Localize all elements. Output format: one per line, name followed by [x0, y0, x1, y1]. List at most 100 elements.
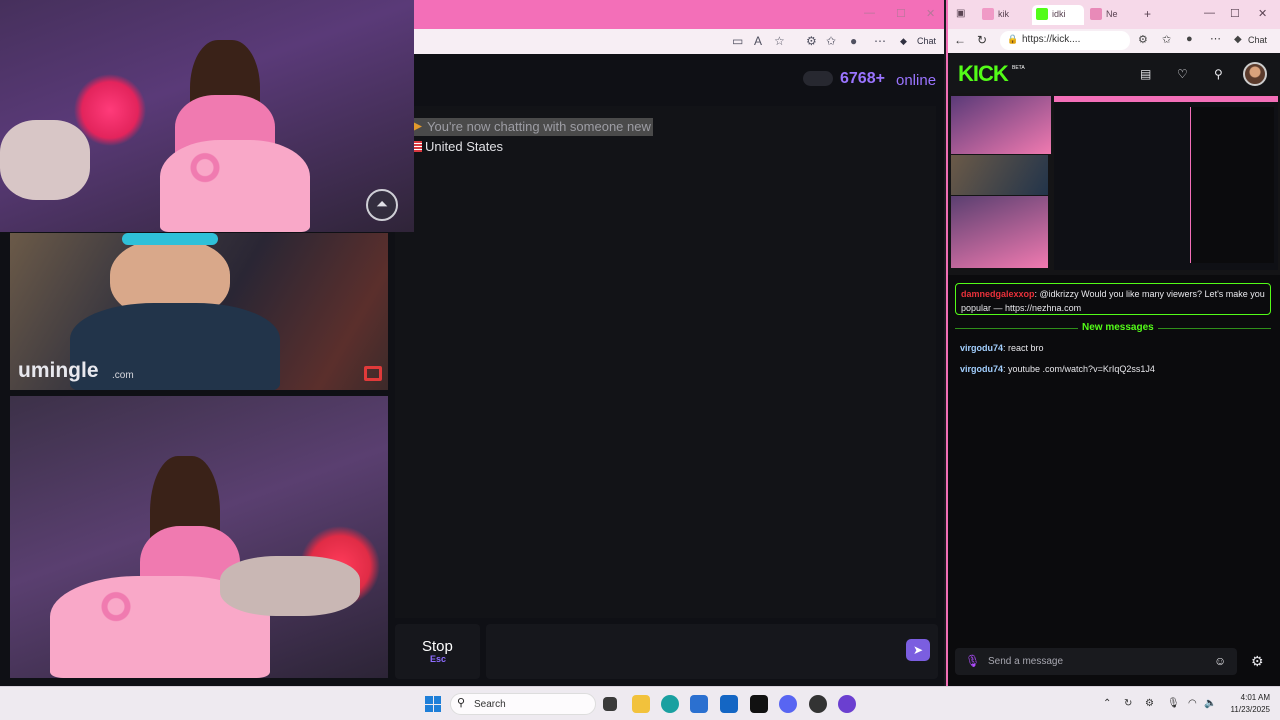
microphone-icon[interactable]: 🎙 [965, 654, 980, 668]
app-icon[interactable] [838, 695, 856, 713]
camera-icon[interactable]: ▭ [732, 34, 743, 48]
clock-time[interactable]: 4:01 AM [1238, 693, 1270, 702]
address-bar[interactable]: 🔒 https://kick.... [1000, 31, 1130, 50]
chat-status-message: You're now chatting with someone new [413, 118, 653, 136]
switch-camera-icon[interactable]: ⏶ [366, 189, 398, 221]
stream-thumb-self [951, 155, 1048, 195]
stream-thumb-partner-large [951, 196, 1048, 268]
clock-date[interactable]: 11/23/2025 [1222, 705, 1270, 714]
chat-text: : react bro [1003, 343, 1044, 353]
lock-icon: 🔒 [1007, 34, 1019, 44]
stream-thumb-kick [1190, 107, 1274, 263]
back-icon[interactable]: ← [954, 33, 966, 47]
pinned-user[interactable]: damnedgalexxop [961, 289, 1035, 299]
tab-new[interactable]: Ne [1086, 5, 1138, 25]
pink-blanket [160, 140, 310, 232]
partner-video-large [10, 396, 388, 678]
umingle-logo-suffix: .com [112, 370, 134, 381]
favorites-icon[interactable]: ✩ [826, 34, 836, 48]
url-text: https://kick.... [1022, 34, 1081, 45]
tab-favicon [982, 8, 994, 20]
heart-icon[interactable]: ♡ [1177, 67, 1188, 81]
chat-status-text: You're now chatting with someone new [427, 119, 651, 134]
more-menu-icon[interactable]: ⋯ [1210, 32, 1221, 45]
chat-log [395, 106, 936, 618]
stream-preview[interactable] [948, 93, 1280, 275]
favorites-icon[interactable]: ✩ [1162, 33, 1171, 46]
favorite-star-icon[interactable]: ☆ [774, 34, 785, 48]
left-browser-titlebar: — ☐ ✕ [414, 0, 944, 29]
profile-icon[interactable]: ● [850, 34, 857, 48]
partner-country-text: United States [425, 139, 504, 154]
maximize-button[interactable]: ☐ [896, 7, 906, 20]
netflix-icon[interactable] [750, 695, 768, 713]
edge-icon[interactable] [661, 695, 679, 713]
file-explorer-icon[interactable] [632, 695, 650, 713]
refresh-icon[interactable]: ↻ [977, 33, 987, 47]
chat-message: virgodu74: react bro [960, 343, 1044, 353]
umingle-logo: umingle [18, 359, 99, 382]
chat-text: : youtube .com/watch?v=KrIqQ2ss1J4 [1003, 364, 1155, 374]
plush-toys [0, 120, 90, 200]
wave-icon [413, 122, 422, 131]
kick-logo[interactable]: KICK [958, 61, 1009, 87]
refresh-tray-icon[interactable]: ↻ [1124, 698, 1132, 709]
copilot-icon[interactable]: ◆ [900, 36, 907, 47]
emoji-icon[interactable]: ☺ [1214, 654, 1226, 668]
obs-icon[interactable] [809, 695, 827, 713]
copilot-icon[interactable]: ◆ [1234, 34, 1242, 45]
online-toggle[interactable] [803, 71, 833, 86]
tab-actions-icon[interactable]: ▣ [956, 8, 965, 19]
taskbar-search[interactable]: Search [450, 693, 596, 715]
close-button[interactable]: ✕ [1258, 7, 1267, 20]
more-menu-icon[interactable]: ⋯ [874, 34, 886, 48]
extensions-icon[interactable]: ⚙ [1138, 33, 1148, 46]
task-view-icon[interactable] [603, 697, 617, 711]
avatar[interactable] [1243, 62, 1267, 86]
gift-icon[interactable]: ▤ [1140, 67, 1151, 81]
online-count: 6768+ [840, 70, 885, 87]
minimize-button[interactable]: — [1204, 7, 1215, 19]
gear-icon[interactable]: ⚙ [1251, 653, 1264, 670]
tab-kik[interactable]: kik [978, 5, 1028, 25]
search-icon: ⚲ [457, 697, 466, 709]
start-button[interactable] [425, 696, 441, 712]
kick-beta-badge: BETA [1012, 65, 1025, 71]
send-message-placeholder: Send a message [988, 656, 1064, 667]
copilot-chat-button[interactable]: Chat [1248, 35, 1267, 45]
partner-video-small [0, 0, 414, 232]
message-input[interactable] [486, 624, 938, 679]
us-flag-icon [413, 141, 422, 152]
tab-idki[interactable]: idki [1032, 5, 1084, 25]
discord-icon[interactable] [779, 695, 797, 713]
search-icon[interactable]: ⚲ [1214, 67, 1223, 81]
report-icon[interactable] [364, 366, 382, 381]
close-button[interactable]: ✕ [926, 7, 935, 20]
network-tray-icon[interactable]: ⚙ [1145, 698, 1154, 709]
extensions-icon[interactable]: ⚙ [806, 34, 817, 48]
minimize-button[interactable]: — [864, 7, 875, 19]
headset [122, 233, 218, 245]
stop-shortcut: Esc [430, 654, 447, 664]
outlook-icon[interactable] [720, 695, 738, 713]
wifi-icon[interactable]: ◠ [1188, 698, 1197, 709]
send-arrow-icon[interactable]: ➤ [906, 639, 930, 661]
tray-overflow-icon[interactable]: ⌃ [1103, 698, 1111, 709]
maximize-button[interactable]: ☐ [1230, 7, 1240, 20]
new-tab-icon[interactable]: + [1144, 7, 1151, 21]
microphone-tray-icon[interactable]: 🎙 [1167, 698, 1180, 709]
chat-username[interactable]: virgodu74 [960, 364, 1003, 374]
volume-icon[interactable]: 🔈 [1204, 698, 1216, 709]
copilot-chat-button[interactable]: Chat [917, 36, 936, 46]
tab-favicon [1036, 8, 1048, 20]
self-hoodie [70, 303, 280, 390]
chat-username[interactable]: virgodu74 [960, 343, 1003, 353]
stream-thumb-partner [951, 96, 1051, 154]
tab-label: kik [998, 9, 1009, 19]
tab-label: idki [1052, 9, 1066, 19]
read-aloud-icon[interactable]: A [754, 34, 762, 48]
store-icon[interactable] [690, 695, 708, 713]
new-messages-label: New messages [1078, 322, 1158, 333]
profile-icon[interactable]: ● [1186, 33, 1193, 45]
partner-country: United States [413, 139, 503, 154]
